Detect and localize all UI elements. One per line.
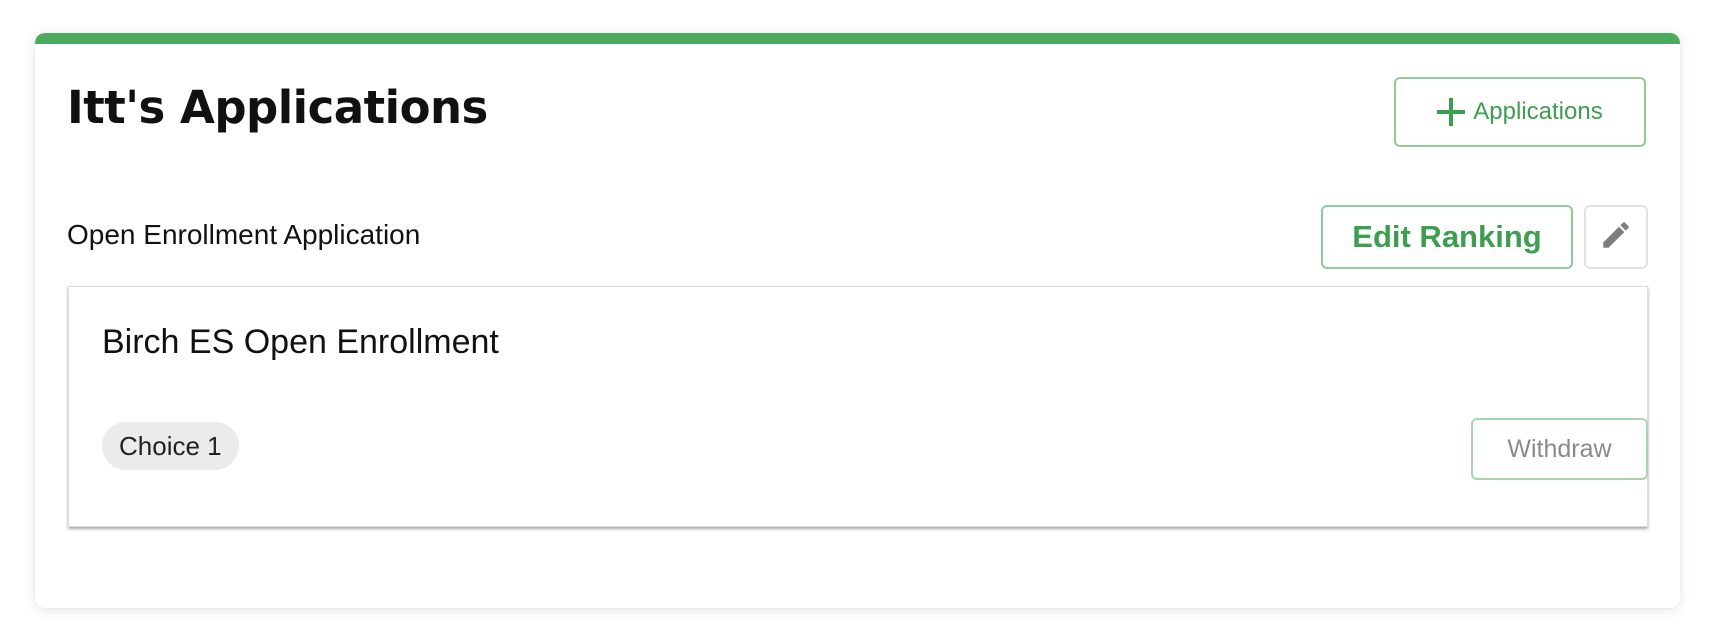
section-title: Open Enrollment Application <box>67 219 421 250</box>
withdraw-button[interactable]: Withdraw <box>1471 418 1648 480</box>
panel-accent-bar <box>35 33 1680 44</box>
pencil-icon <box>1599 218 1633 257</box>
edit-ranking-button[interactable]: Edit Ranking <box>1321 205 1573 269</box>
applications-panel: Itt's Applications Applications Open Enr… <box>35 33 1680 608</box>
add-application-label: Applications <box>1473 98 1603 125</box>
edit-button[interactable] <box>1584 205 1648 269</box>
choice-badge: Choice 1 <box>102 422 239 470</box>
application-name: Birch ES Open Enrollment <box>102 323 499 361</box>
plus-icon <box>1437 98 1466 126</box>
page-title: Itt's Applications <box>67 81 488 134</box>
application-card: Birch ES Open Enrollment Choice 1 Withdr… <box>68 286 1648 527</box>
add-application-button[interactable]: Applications <box>1394 77 1646 147</box>
